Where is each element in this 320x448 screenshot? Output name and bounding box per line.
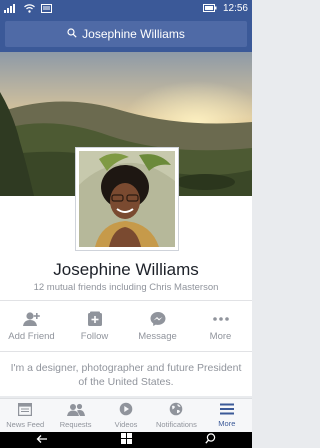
status-bar: 12:56 bbox=[0, 0, 252, 16]
follow-label: Follow bbox=[80, 330, 109, 342]
add-friend-icon bbox=[22, 311, 41, 327]
system-nav-bar bbox=[0, 432, 252, 448]
add-friend-label: Add Friend bbox=[8, 330, 55, 342]
more-icon bbox=[212, 311, 230, 327]
more-actions-button[interactable]: More bbox=[189, 301, 252, 351]
globe-icon bbox=[169, 402, 183, 418]
add-friend-button[interactable]: Add Friend bbox=[0, 301, 63, 351]
more-actions-label: More bbox=[209, 330, 232, 342]
clock-time: 12:56 bbox=[222, 2, 248, 14]
wifi-icon bbox=[24, 3, 35, 13]
tab-notifications-label: Notifications bbox=[155, 420, 197, 429]
profile-name: Josephine Williams bbox=[53, 260, 199, 279]
battery-icon bbox=[202, 4, 217, 12]
message-notification-icon bbox=[41, 3, 52, 13]
search-input[interactable]: Josephine Williams bbox=[5, 21, 247, 47]
tab-news-feed-label: News Feed bbox=[6, 419, 45, 429]
follow-icon bbox=[87, 311, 103, 327]
mutual-friends[interactable]: 12 mutual friends including Chris Master… bbox=[0, 282, 252, 293]
message-button[interactable]: Message bbox=[126, 301, 189, 351]
menu-icon bbox=[219, 403, 234, 417]
message-label: Message bbox=[138, 330, 177, 342]
messenger-icon bbox=[150, 311, 166, 327]
tab-news-feed[interactable]: News Feed bbox=[0, 399, 50, 432]
profile-bio: I'm a designer, photographer and future … bbox=[10, 362, 242, 388]
signal-icon bbox=[4, 3, 18, 13]
requests-icon bbox=[66, 403, 85, 418]
tab-more[interactable]: More bbox=[202, 399, 252, 432]
tab-requests-label: Requests bbox=[59, 419, 92, 429]
windows-home-icon[interactable] bbox=[120, 431, 132, 448]
bottom-tab-bar: News Feed Requests Videos Notifications … bbox=[0, 398, 252, 432]
search-icon bbox=[67, 27, 77, 41]
news-feed-icon bbox=[18, 402, 33, 418]
tab-more-label: More bbox=[218, 419, 236, 428]
tab-videos-label: Videos bbox=[114, 420, 138, 429]
back-icon[interactable] bbox=[36, 431, 48, 448]
search-nav-icon[interactable] bbox=[204, 431, 216, 448]
tab-notifications[interactable]: Notifications bbox=[151, 399, 201, 432]
tab-requests[interactable]: Requests bbox=[50, 399, 100, 432]
follow-button[interactable]: Follow bbox=[63, 301, 126, 351]
search-query: Josephine Williams bbox=[82, 27, 185, 41]
search-bar: Josephine Williams bbox=[0, 16, 252, 52]
profile-actions: Add Friend Follow Message More bbox=[0, 300, 252, 352]
tab-videos[interactable]: Videos bbox=[101, 399, 151, 432]
videos-icon bbox=[119, 402, 133, 418]
avatar[interactable] bbox=[75, 147, 179, 251]
